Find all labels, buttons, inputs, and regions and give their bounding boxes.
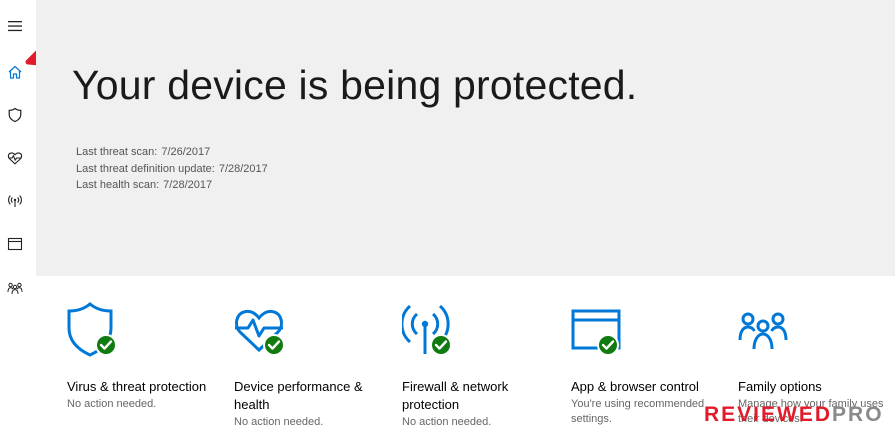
last-threat-scan: Last threat scan: 7/26/2017 [76,144,268,161]
tile-title: App & browser control [571,379,699,394]
scan-label: Last threat scan: [76,146,158,158]
tile-title: Device performance & health [234,379,363,412]
tile-virus-threat-protection[interactable]: Virus & threat protection No action need… [67,300,232,412]
scan-label: Last health scan: [76,179,160,191]
tile-title: Firewall & network protection [402,379,509,412]
checkmark-icon [597,334,619,356]
sidebar-item-firewall[interactable] [0,186,30,216]
last-health-scan: Last health scan: 7/28/2017 [76,177,268,194]
tile-status: No action needed. [67,398,157,410]
family-icon [7,282,23,295]
antenna-icon [8,195,22,207]
sidebar-item-app-browser[interactable] [0,229,30,259]
tile-title: Virus & threat protection [67,379,207,394]
sidebar-item-family[interactable] [0,273,30,303]
browser-window-icon [7,237,23,251]
tile-status: No action needed. [234,416,324,428]
scan-info: Last threat scan: 7/26/2017 Last threat d… [76,144,268,194]
watermark-part1: REVIEWED [704,403,833,426]
watermark-part2: PRO [832,403,884,426]
scan-label: Last threat definition update: [76,162,215,175]
checkmark-icon [263,334,285,356]
scan-date: 7/28/2017 [163,179,213,191]
status-hero: Your device is being protected. Last thr… [36,0,895,276]
checkmark-icon [95,334,117,356]
last-definition-update: Last threat definition update: 7/28/2017 [76,161,268,178]
watermark-logo: REVIEWEDPRO [704,403,884,427]
scan-date: 7/26/2017 [161,146,211,158]
tile-icon-wrap [234,300,294,360]
tile-icon-wrap [67,300,127,360]
heart-pulse-icon [7,152,23,165]
sidebar-item-virus-protection[interactable] [0,100,30,130]
shield-icon [8,107,22,123]
tile-device-performance-health[interactable]: Device performance & health No action ne… [234,300,399,430]
family-icon [738,312,788,350]
tile-status: No action needed. [402,416,492,428]
tile-icon-wrap [571,300,631,360]
page-title: Your device is being protected. [72,62,638,108]
sidebar-item-device-health[interactable] [0,143,30,173]
tile-icon-wrap [402,300,462,360]
tile-icon-wrap [738,300,798,360]
scan-date: 7/28/2017 [218,162,268,175]
tile-firewall-network-protection[interactable]: Firewall & network protection No action … [402,300,567,430]
tile-title: Family options [738,379,822,394]
checkmark-icon [430,334,452,356]
